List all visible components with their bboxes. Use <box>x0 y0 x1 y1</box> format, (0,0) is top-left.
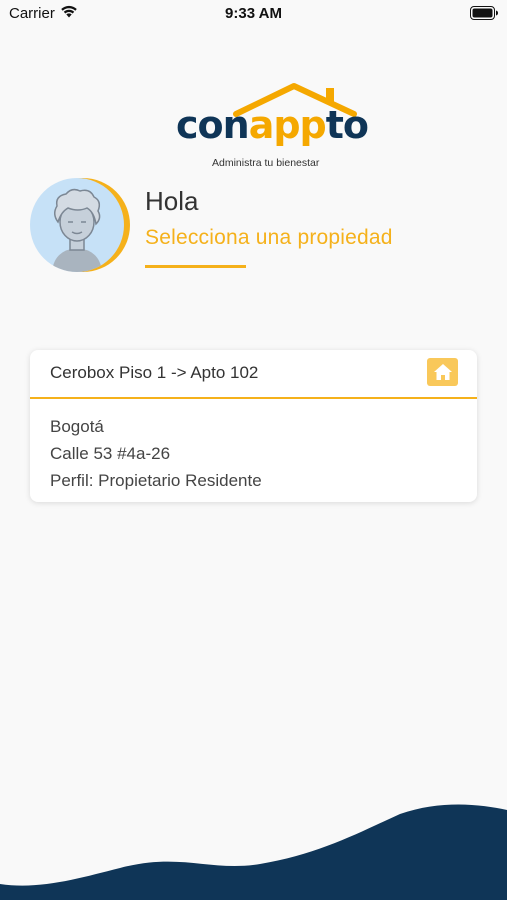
status-time: 9:33 AM <box>225 5 282 22</box>
property-city: Bogotá <box>50 417 104 436</box>
logo-word-mid: app <box>248 103 327 147</box>
greeting-title: Hola <box>145 186 199 216</box>
property-details: Bogotá Calle 53 #4a-26 Perfil: Propietar… <box>50 413 262 494</box>
battery-icon <box>470 6 499 24</box>
logo-wordmark: conappto <box>176 103 369 147</box>
user-avatar-icon <box>52 188 102 272</box>
status-bar: Carrier 9:33 AM <box>0 0 507 28</box>
avatar-circle <box>30 178 124 272</box>
property-profile: Perfil: Propietario Residente <box>50 471 262 490</box>
select-property-subtitle: Selecciona una propiedad <box>145 226 393 249</box>
property-address: Calle 53 #4a-26 <box>50 444 171 463</box>
property-card[interactable]: Cerobox Piso 1 -> Apto 102 Bogotá Calle … <box>30 350 477 502</box>
conappto-logo: conappto Administra tu bienestar <box>172 82 372 172</box>
footer-wave <box>0 804 507 900</box>
home-icon[interactable] <box>427 358 458 386</box>
subtitle-underline <box>145 265 246 268</box>
property-card-header: Cerobox Piso 1 -> Apto 102 <box>30 350 477 399</box>
logo-word-left: con <box>176 103 250 147</box>
logo-word-right: to <box>325 103 369 147</box>
logo-tagline: Administra tu bienestar <box>212 157 320 169</box>
avatar[interactable] <box>30 178 130 274</box>
property-title: Cerobox Piso 1 -> Apto 102 <box>50 363 259 382</box>
